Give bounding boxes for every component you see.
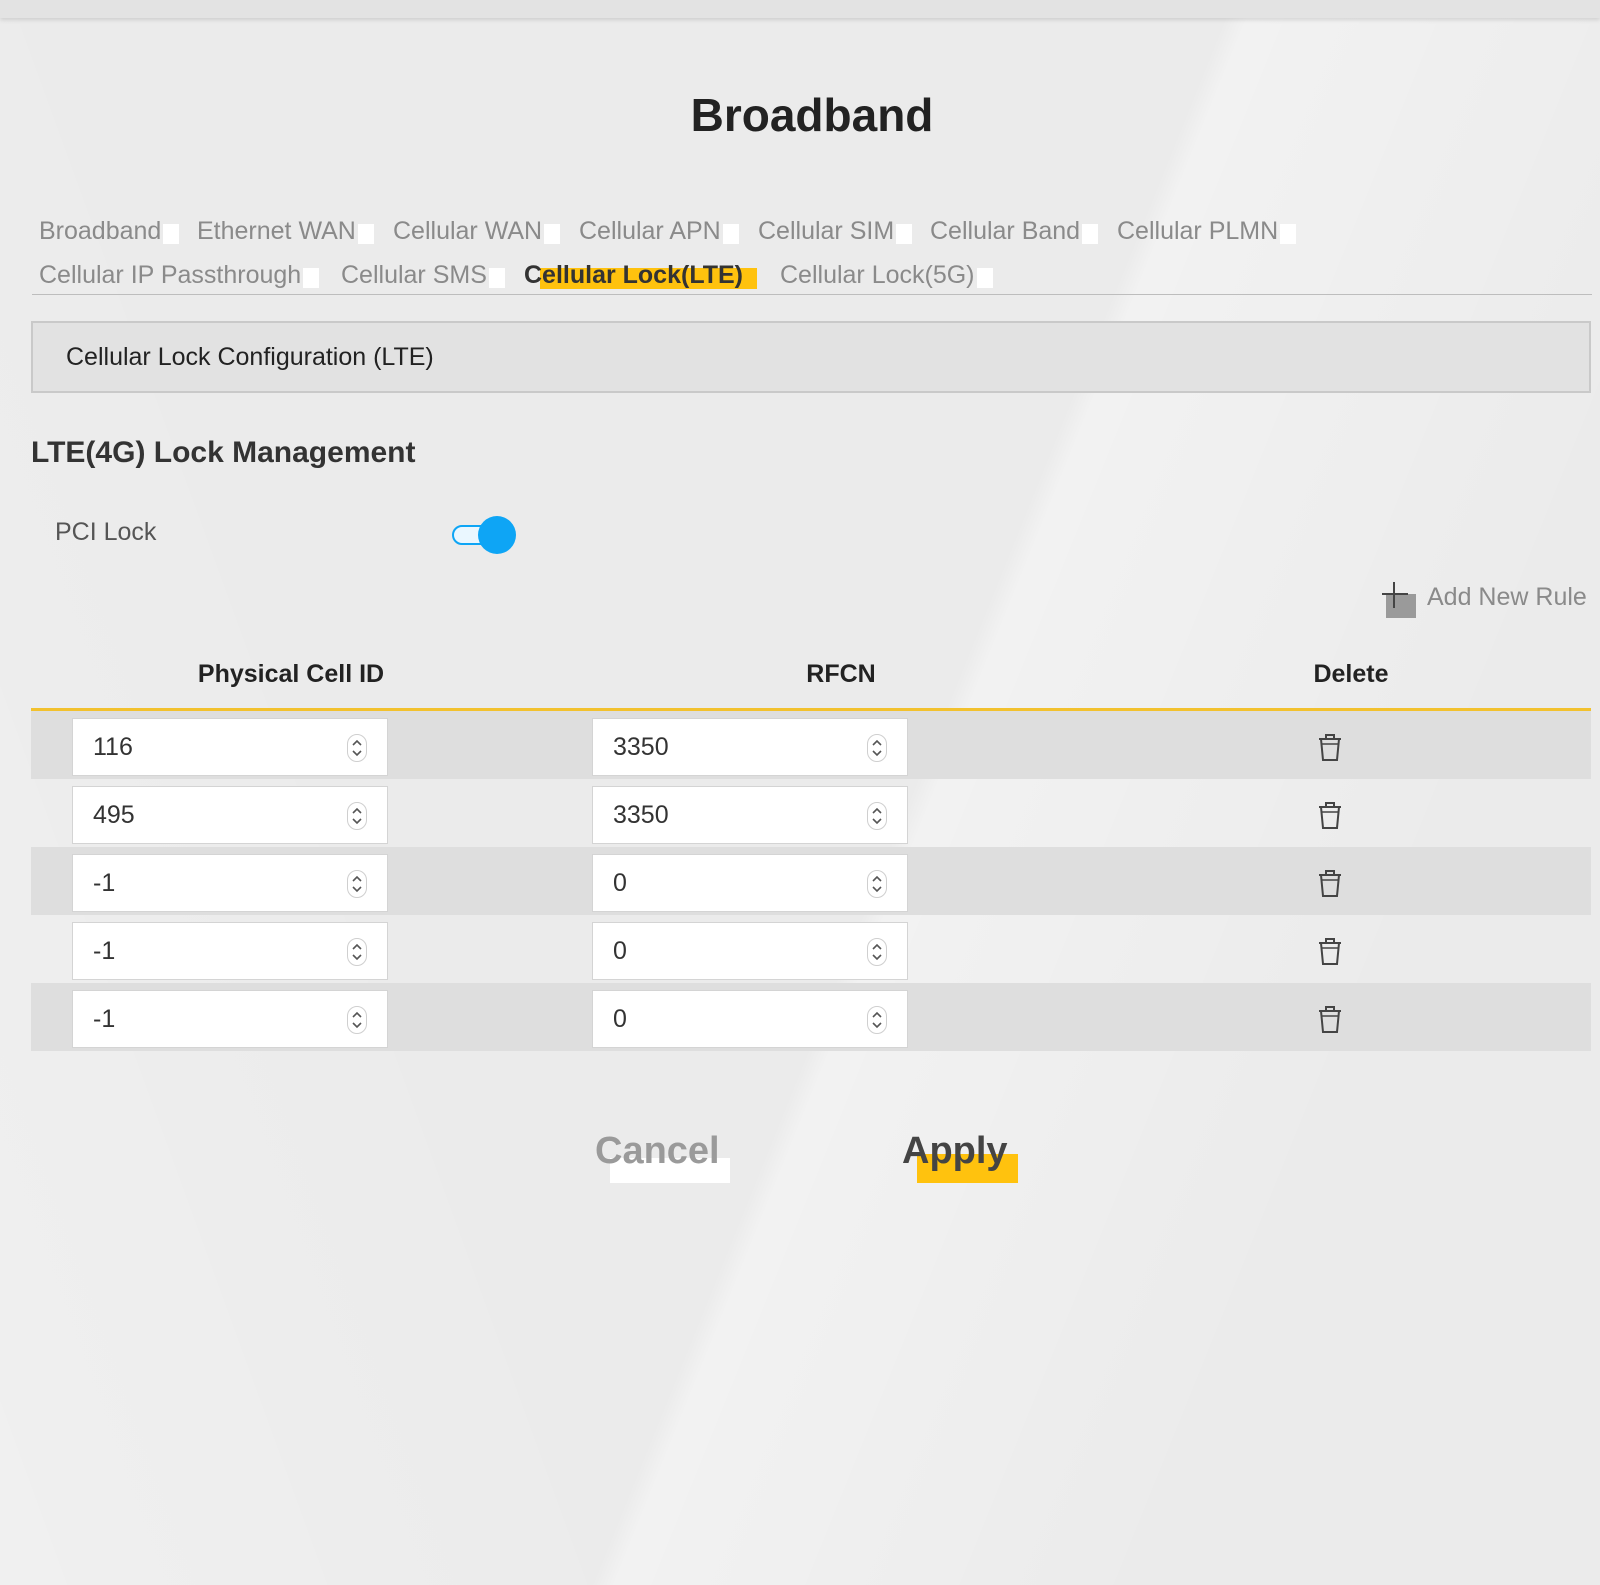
tab-cellular-plmn[interactable]: Cellular PLMN	[1117, 216, 1297, 246]
pci-input[interactable]: 116	[72, 718, 388, 776]
spinner-icon[interactable]	[347, 938, 367, 966]
pci-value: -1	[93, 869, 116, 897]
pci-input[interactable]: -1	[72, 922, 388, 980]
spinner-icon[interactable]	[347, 1006, 367, 1034]
section-header-label: Cellular Lock Configuration (LTE)	[66, 343, 434, 371]
table-row: -1 0	[31, 915, 1591, 983]
rfcn-value: 0	[613, 937, 627, 965]
add-new-rule-button[interactable]: Add New Rule	[1380, 580, 1595, 620]
tab-cellular-ip-passthrough[interactable]: Cellular IP Passthrough	[39, 260, 320, 290]
column-header-pci: Physical Cell ID	[197, 660, 385, 688]
tab-cellular-sim[interactable]: Cellular SIM	[758, 216, 913, 246]
pci-input[interactable]: 495	[72, 786, 388, 844]
rfcn-value: 3350	[613, 733, 669, 761]
pci-value: -1	[93, 937, 116, 965]
pci-input[interactable]: -1	[72, 990, 388, 1048]
lock-rules-table: Physical Cell ID RFCN Delete 116 3350 495 3…	[31, 640, 1591, 1051]
table-row: -1 0	[31, 847, 1591, 915]
rfcn-input[interactable]: 3350	[592, 786, 908, 844]
pci-value: 495	[93, 801, 135, 829]
apply-button[interactable]: Apply	[902, 1130, 1018, 1183]
spinner-icon[interactable]	[867, 734, 887, 762]
table-row: 116 3350	[31, 711, 1591, 779]
rfcn-input[interactable]: 0	[592, 854, 908, 912]
rfcn-input[interactable]: 3350	[592, 718, 908, 776]
page-title: Broadband	[690, 89, 934, 141]
tab-cellular-band[interactable]: Cellular Band	[930, 216, 1099, 246]
tab-cellular-apn[interactable]: Cellular APN	[579, 216, 739, 246]
spinner-icon[interactable]	[867, 870, 887, 898]
tab-cellular-lock-lte[interactable]: Cellular Lock(LTE)	[524, 260, 758, 290]
pci-lock-label: PCI Lock	[55, 518, 157, 546]
toggle-knob	[478, 516, 516, 554]
rfcn-input[interactable]: 0	[592, 990, 908, 1048]
spinner-icon[interactable]	[347, 802, 367, 830]
tab-cellular-sms[interactable]: Cellular SMS	[341, 260, 505, 290]
plus-icon	[1380, 580, 1410, 610]
tab-bar: Broadband Ethernet WAN Cellular WAN Cell…	[32, 216, 1592, 295]
trash-icon[interactable]	[1316, 1003, 1344, 1035]
spinner-icon[interactable]	[867, 1006, 887, 1034]
top-bar	[0, 0, 1600, 18]
spinner-icon[interactable]	[347, 734, 367, 762]
rfcn-value: 3350	[613, 801, 669, 829]
rfcn-value: 0	[613, 1005, 627, 1033]
tab-cellular-wan[interactable]: Cellular WAN	[393, 216, 561, 246]
pci-value: -1	[93, 1005, 116, 1033]
pci-value: 116	[93, 733, 133, 761]
trash-icon[interactable]	[1316, 867, 1344, 899]
section-header: Cellular Lock Configuration (LTE)	[31, 321, 1591, 393]
table-header: Physical Cell ID RFCN Delete	[31, 640, 1591, 711]
table-body: 116 3350 495 3350 -1 0 -1 0 -1 0	[31, 711, 1591, 1051]
trash-icon[interactable]	[1316, 935, 1344, 967]
section-title: LTE(4G) Lock Management	[31, 436, 416, 469]
tab-ethernet-wan[interactable]: Ethernet WAN	[197, 216, 374, 246]
cancel-button[interactable]: Cancel	[595, 1130, 730, 1183]
column-header-rfcn: RFCN	[806, 660, 876, 688]
column-header-delete: Delete	[1313, 660, 1389, 688]
pci-input[interactable]: -1	[72, 854, 388, 912]
rfcn-input[interactable]: 0	[592, 922, 908, 980]
trash-icon[interactable]	[1316, 731, 1344, 763]
spinner-icon[interactable]	[867, 802, 887, 830]
trash-icon[interactable]	[1316, 799, 1344, 831]
tab-broadband[interactable]: Broadband	[39, 216, 180, 246]
spinner-icon[interactable]	[347, 870, 367, 898]
spinner-icon[interactable]	[867, 938, 887, 966]
pci-lock-toggle[interactable]	[452, 515, 518, 555]
table-row: 495 3350	[31, 779, 1591, 847]
add-new-rule-label: Add New Rule	[1427, 583, 1587, 611]
rfcn-value: 0	[613, 869, 627, 897]
tab-cellular-lock-5g[interactable]: Cellular Lock(5G)	[780, 260, 993, 290]
table-row: -1 0	[31, 983, 1591, 1051]
